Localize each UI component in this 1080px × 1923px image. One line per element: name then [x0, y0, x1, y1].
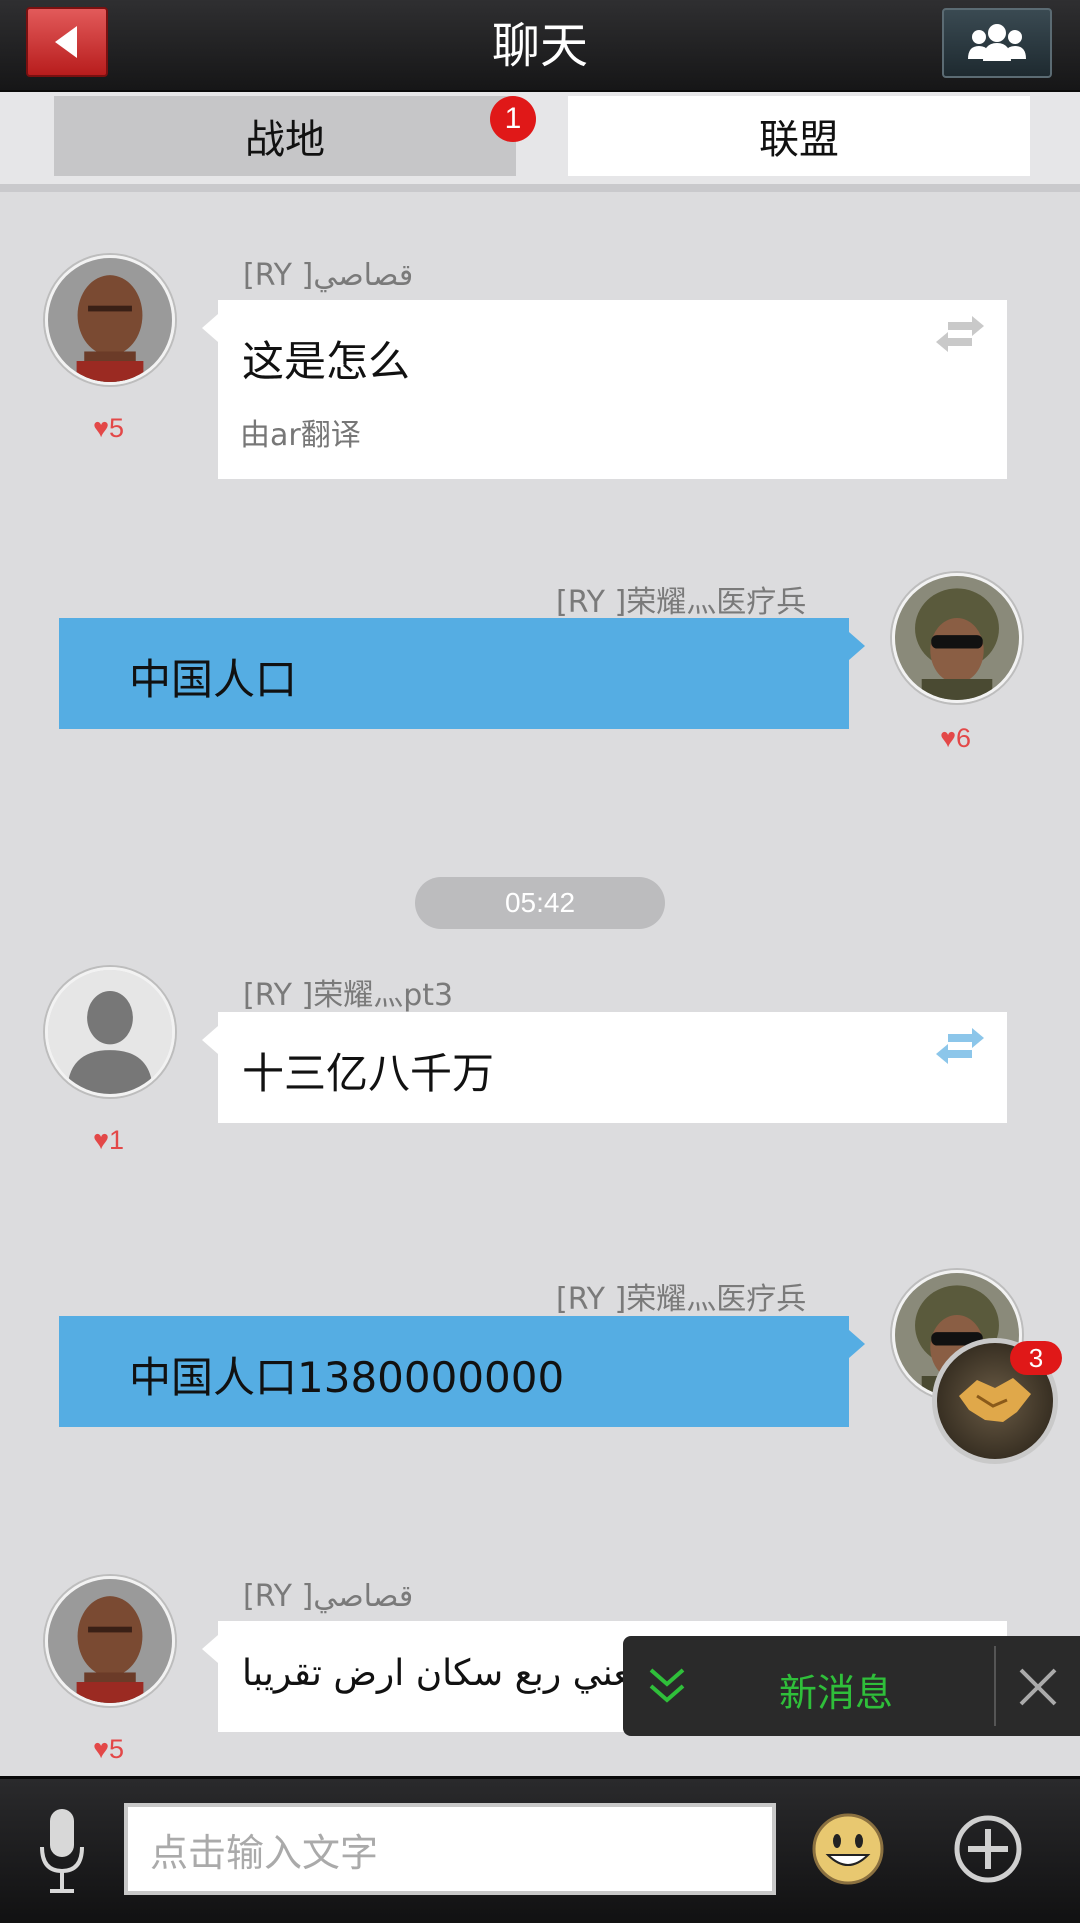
tab-alliance[interactable]: 联盟	[568, 96, 1030, 176]
like-count-value: 6	[956, 723, 972, 753]
plus-circle-icon[interactable]	[952, 1813, 1024, 1885]
like-count: ♥5	[93, 1734, 125, 1764]
alliance-badge: 3	[1010, 1341, 1062, 1375]
message-bubble[interactable]: 这是怎么 由ar翻译	[202, 300, 1007, 479]
input-bar: 点击输入文字	[0, 1776, 1080, 1923]
like-count: ♥5	[93, 413, 125, 443]
chat-input[interactable]: 点击输入文字	[124, 1803, 776, 1895]
members-button[interactable]	[942, 8, 1052, 78]
divider	[994, 1646, 996, 1726]
emoji-icon[interactable]	[810, 1811, 886, 1887]
tab-bar: 战地 1 联盟	[0, 92, 1080, 192]
avatar[interactable]	[45, 1576, 175, 1706]
page-title: 聊天	[491, 18, 588, 74]
message-text: 中国人口	[129, 655, 298, 704]
like-count: ♥6	[940, 723, 972, 753]
default-user-avatar	[48, 970, 172, 1094]
avatar[interactable]	[45, 255, 175, 385]
header-bar: 聊天	[0, 0, 1080, 92]
message-text: 中国人口1380000000	[129, 1353, 565, 1402]
message-bubble[interactable]: 十三亿八千万	[202, 1012, 1007, 1123]
sender-name: [RY ]荣耀灬医疗兵	[556, 585, 807, 620]
microphone-icon[interactable]	[34, 1805, 90, 1897]
close-icon[interactable]	[1015, 1664, 1061, 1710]
like-count-value: 5	[109, 413, 125, 443]
timestamp: 05:42	[415, 877, 665, 929]
like-count-value: 5	[109, 1734, 125, 1764]
group-icon	[968, 24, 1026, 61]
new-message-label: 新消息	[779, 1671, 894, 1715]
double-chevron-down-icon	[649, 1668, 685, 1703]
translate-icon[interactable]	[934, 1026, 986, 1066]
translation-note: 由ar翻译	[240, 418, 361, 453]
helmet-soldier-avatar	[895, 576, 1019, 700]
handshake-icon	[959, 1378, 1031, 1422]
bald-soldier-avatar	[48, 258, 172, 382]
new-message-bar[interactable]: 新消息	[623, 1636, 1080, 1736]
message-bubble-own[interactable]: 中国人口	[59, 618, 865, 729]
like-count: ♥1	[93, 1125, 125, 1155]
tab-battlefield-label: 战地	[245, 117, 325, 163]
like-count-value: 1	[109, 1125, 125, 1155]
tab-alliance-label: 联盟	[759, 117, 839, 163]
sender-name: [RY ]荣耀灬pt3	[243, 978, 454, 1013]
avatar[interactable]	[892, 573, 1022, 703]
message-text: 这是怎么	[242, 337, 411, 386]
sender-name: [RY ]قصاصي	[243, 1579, 414, 1614]
message-bubble-own[interactable]: 中国人口1380000000	[59, 1316, 865, 1427]
tab-battlefield-badge: 1	[490, 96, 536, 142]
avatar[interactable]	[45, 967, 175, 1097]
tab-battlefield[interactable]: 战地	[54, 96, 516, 176]
sender-name: [RY ]荣耀灬医疗兵	[556, 1282, 807, 1317]
sender-name: [RY ]قصاصي	[243, 258, 414, 293]
message-text: يعني ربع سكان ارض تقريبا	[242, 1653, 641, 1694]
message-text: 十三亿八千万	[242, 1049, 495, 1098]
translate-icon[interactable]	[934, 314, 986, 354]
bald-soldier-avatar	[48, 1579, 172, 1703]
